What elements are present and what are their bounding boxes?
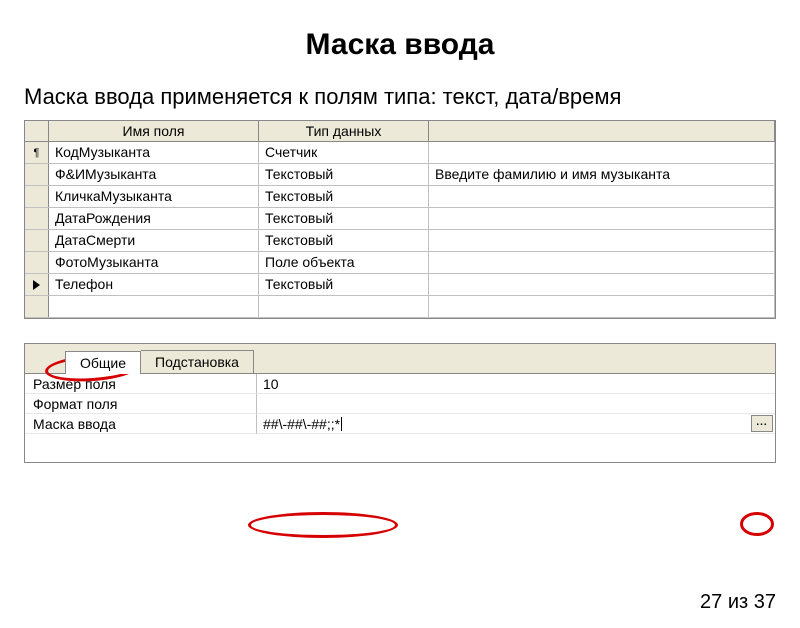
description-cell[interactable] xyxy=(429,230,775,251)
field-name-cell[interactable]: Телефон xyxy=(49,274,259,295)
mask-builder-button[interactable]: ... xyxy=(751,415,773,432)
format-label: Формат поля xyxy=(25,394,257,414)
tab-lookup[interactable]: Подстановка xyxy=(141,350,254,373)
table-row[interactable] xyxy=(25,296,775,318)
input-mask-value[interactable]: ##\-##\-##;;* ... xyxy=(257,414,775,434)
row-selector[interactable] xyxy=(25,208,49,229)
field-name-cell[interactable]: ФотоМузыканта xyxy=(49,252,259,273)
description-cell[interactable] xyxy=(429,274,775,295)
description-cell[interactable]: Введите фамилию и имя музыканта xyxy=(429,164,775,185)
description-cell[interactable] xyxy=(429,186,775,207)
current-row-arrow-icon xyxy=(33,280,40,290)
row-selector[interactable] xyxy=(25,252,49,273)
field-name-cell[interactable]: ДатаРождения xyxy=(49,208,259,229)
annotation-circle-icon xyxy=(740,512,774,536)
field-name-cell[interactable] xyxy=(49,296,259,317)
prop-row-field-size[interactable]: Размер поля 10 xyxy=(25,374,775,394)
properties-tabs: Общие Подстановка xyxy=(25,344,775,373)
description-cell[interactable] xyxy=(429,252,775,273)
slide-title: Маска ввода xyxy=(0,28,800,62)
description-cell[interactable] xyxy=(429,296,775,317)
field-size-label: Размер поля xyxy=(25,374,257,394)
field-properties-panel: Общие Подстановка Размер поля 10 Формат … xyxy=(24,343,776,463)
table-row[interactable]: Ф&ИМузыкантаТекстовыйВведите фамилию и и… xyxy=(25,164,775,186)
tab-body: Размер поля 10 Формат поля Маска ввода #… xyxy=(25,373,775,463)
input-mask-label: Маска ввода xyxy=(25,414,257,434)
table-row[interactable]: КличкаМузыкантаТекстовый xyxy=(25,186,775,208)
primary-key-icon: ¶ xyxy=(34,147,40,159)
row-selector[interactable] xyxy=(25,296,49,317)
row-selector[interactable]: ¶ xyxy=(25,142,49,163)
table-row[interactable]: ФотоМузыкантаПоле объекта xyxy=(25,252,775,274)
annotation-circle-icon xyxy=(248,512,398,538)
field-name-cell[interactable]: ДатаСмерти xyxy=(49,230,259,251)
prop-row-format[interactable]: Формат поля xyxy=(25,394,775,414)
data-type-cell[interactable]: Текстовый xyxy=(259,274,429,295)
data-type-cell[interactable]: Счетчик xyxy=(259,142,429,163)
data-type-cell[interactable]: Текстовый xyxy=(259,164,429,185)
table-row[interactable]: ТелефонТекстовый xyxy=(25,274,775,296)
data-type-cell[interactable] xyxy=(259,296,429,317)
data-type-cell[interactable]: Текстовый xyxy=(259,230,429,251)
header-selector xyxy=(25,121,49,141)
table-row[interactable]: ДатаРожденияТекстовый xyxy=(25,208,775,230)
data-type-cell[interactable]: Поле объекта xyxy=(259,252,429,273)
row-selector[interactable] xyxy=(25,274,49,295)
grid-header-row: Имя поля Тип данных xyxy=(25,121,775,142)
prop-row-input-mask[interactable]: Маска ввода ##\-##\-##;;* ... xyxy=(25,414,775,434)
header-description xyxy=(429,121,775,141)
field-size-value[interactable]: 10 xyxy=(257,374,775,394)
tab-general[interactable]: Общие xyxy=(65,351,141,374)
row-selector[interactable] xyxy=(25,230,49,251)
table-row[interactable]: ¶ КодМузыкантаСчетчик xyxy=(25,142,775,164)
row-selector[interactable] xyxy=(25,186,49,207)
field-definition-grid: Имя поля Тип данных ¶ КодМузыкантаСчетчик… xyxy=(24,120,776,319)
field-name-cell[interactable]: КличкаМузыканта xyxy=(49,186,259,207)
data-type-cell[interactable]: Текстовый xyxy=(259,208,429,229)
field-name-cell[interactable]: Ф&ИМузыканта xyxy=(49,164,259,185)
description-cell[interactable] xyxy=(429,142,775,163)
header-field-name: Имя поля xyxy=(49,121,259,141)
format-value[interactable] xyxy=(257,394,775,414)
header-data-type: Тип данных xyxy=(259,121,429,141)
description-cell[interactable] xyxy=(429,208,775,229)
page-counter: 27 из 37 xyxy=(700,591,776,614)
table-row[interactable]: ДатаСмертиТекстовый xyxy=(25,230,775,252)
text-cursor-icon xyxy=(341,417,342,431)
row-selector[interactable] xyxy=(25,164,49,185)
field-name-cell[interactable]: КодМузыканта xyxy=(49,142,259,163)
data-type-cell[interactable]: Текстовый xyxy=(259,186,429,207)
input-mask-text: ##\-##\-##;;* xyxy=(263,414,340,434)
slide-subtitle: Маска ввода применяется к полям типа: те… xyxy=(24,84,800,110)
